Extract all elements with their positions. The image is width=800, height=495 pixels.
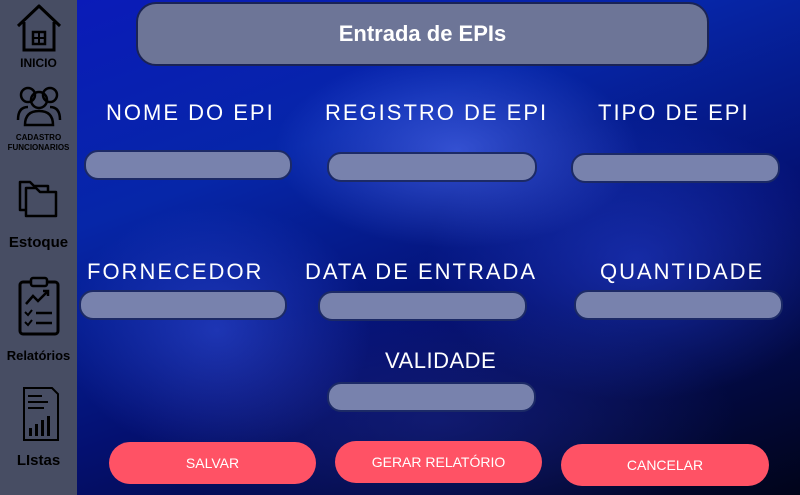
quantidade-label: QUANTIDADE bbox=[600, 259, 765, 284]
house-icon bbox=[16, 4, 61, 52]
nome-epi-label: NOME DO EPI bbox=[106, 100, 275, 125]
data-entrada-label: DATA DE ENTRADA bbox=[305, 259, 538, 284]
sidebar-item-cadastro-funcionarios[interactable]: CADASTRO FUNCIONARIOS bbox=[0, 80, 77, 153]
report-list-icon bbox=[22, 387, 59, 441]
sidebar-item-listas[interactable]: LIstas bbox=[0, 384, 77, 469]
clipboard-chart-icon bbox=[18, 276, 59, 336]
salvar-button[interactable]: SALVAR bbox=[109, 442, 316, 484]
sidebar-item-label: FUNCIONARIOS bbox=[7, 143, 70, 152]
cancelar-button[interactable]: CANCELAR bbox=[561, 444, 769, 486]
page-title: Entrada de EPIs bbox=[136, 2, 709, 66]
main-content bbox=[77, 0, 800, 495]
sidebar-item-label: CADASTRO bbox=[15, 133, 62, 142]
validade-input[interactable] bbox=[327, 382, 536, 412]
validade-label: VALIDADE bbox=[385, 348, 497, 373]
sidebar-item-inicio[interactable]: INICIO bbox=[0, 0, 77, 70]
sidebar-item-label: Relatórios bbox=[6, 348, 71, 363]
sidebar-item-label: LIstas bbox=[16, 452, 61, 469]
registro-epi-label: REGISTRO DE EPI bbox=[325, 100, 549, 125]
quantidade-input[interactable] bbox=[574, 290, 783, 320]
tipo-epi-input[interactable] bbox=[571, 153, 780, 183]
users-icon bbox=[16, 86, 61, 127]
nome-epi-input[interactable] bbox=[84, 150, 292, 180]
registro-epi-input[interactable] bbox=[327, 152, 537, 182]
sidebar: INICIO CADASTRO FUNCIONARIOS Estoque Rel… bbox=[0, 0, 77, 495]
fornecedor-label: FORNECEDOR bbox=[87, 259, 264, 284]
sidebar-item-label: Estoque bbox=[8, 234, 69, 251]
gerar-relatorio-button[interactable]: GERAR RELATÓRIO bbox=[335, 441, 542, 483]
sidebar-item-label: INICIO bbox=[20, 56, 57, 70]
sidebar-item-estoque[interactable]: Estoque bbox=[0, 168, 77, 251]
tipo-epi-label: TIPO DE EPI bbox=[598, 100, 750, 125]
fornecedor-input[interactable] bbox=[79, 290, 287, 320]
data-entrada-input[interactable] bbox=[318, 291, 527, 321]
folders-icon bbox=[18, 180, 57, 218]
sidebar-item-relatorios[interactable]: Relatórios bbox=[0, 276, 77, 363]
